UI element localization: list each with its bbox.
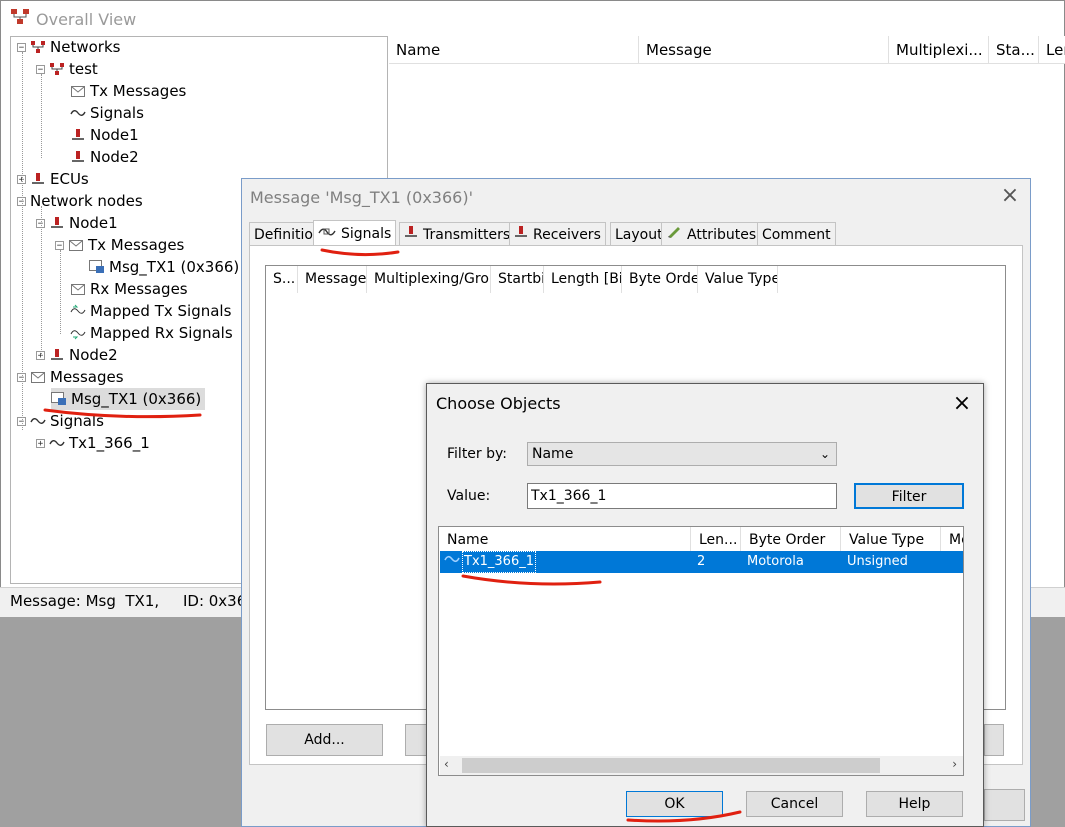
annotation-underline [320, 248, 400, 257]
annotation-overlay [43, 248, 742, 823]
annotation-underline [626, 810, 742, 823]
annotation-underline [43, 408, 202, 419]
annotation-underline [461, 574, 602, 586]
